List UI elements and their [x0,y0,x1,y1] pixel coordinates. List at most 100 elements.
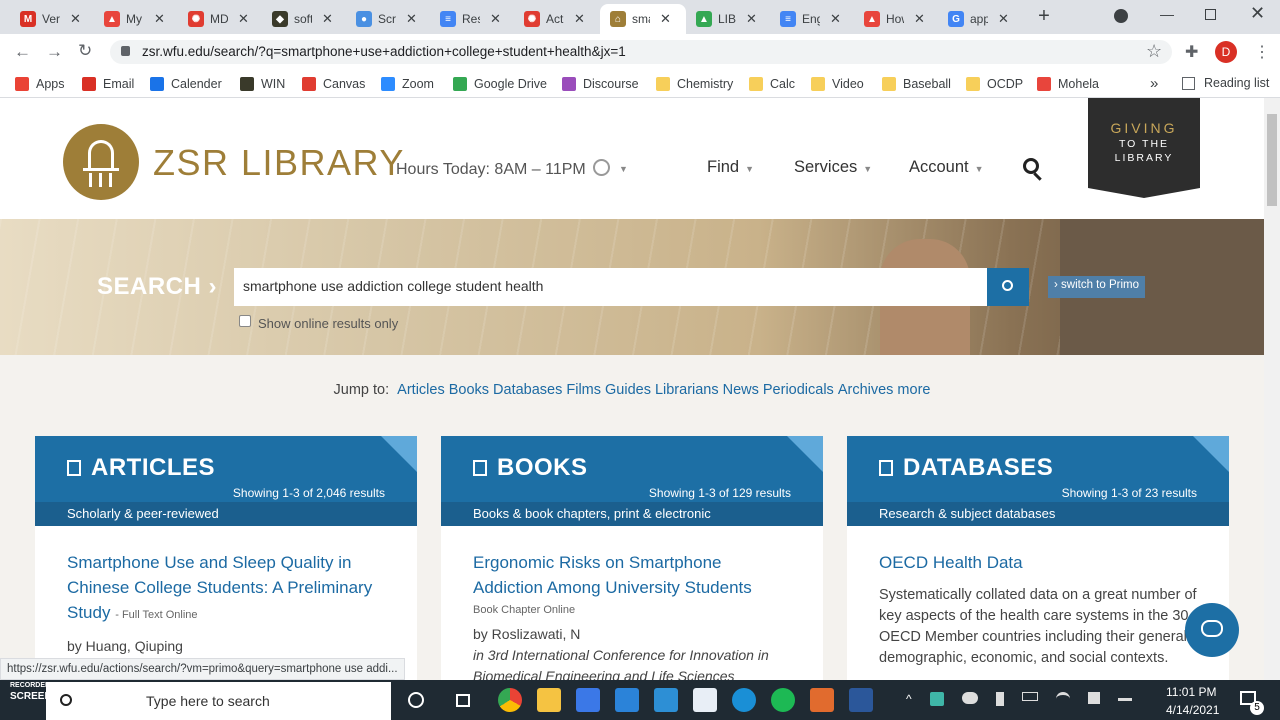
search-icon[interactable] [1023,158,1039,174]
result-title-link[interactable]: Ergonomic Risks on Smartphone Addiction … [473,553,752,597]
jump-link[interactable]: Articles [397,382,445,398]
new-tab-button[interactable]: + [1034,6,1054,26]
jump-link[interactable]: Guides [605,382,651,398]
online-only-checkbox[interactable] [239,315,251,327]
url-text[interactable]: zsr.wfu.edu/search/?q=smartphone+use+add… [142,44,626,59]
close-tab-icon[interactable]: ✕ [660,11,671,27]
wifi-icon[interactable] [1056,692,1070,706]
zsr-logo-icon[interactable] [63,124,139,200]
app-tray-icon[interactable] [930,692,944,706]
bookmark-item[interactable]: Baseball [882,70,951,98]
bookmark-item[interactable]: Email [82,70,134,98]
nav-find[interactable]: Find ▼ [707,158,754,177]
jump-link[interactable]: Films [566,382,601,398]
jump-link[interactable]: Books [449,382,489,398]
back-icon[interactable]: ← [14,42,31,62]
reading-list-icon[interactable] [1182,77,1195,90]
cortana-icon[interactable] [408,692,424,708]
tab-4[interactable]: ● Scre ✕ [346,4,430,34]
close-tab-icon[interactable]: ✕ [914,11,925,27]
nav-account[interactable]: Account ▼ [909,158,984,177]
close-window-button[interactable]: ✕ [1250,3,1265,24]
close-tab-icon[interactable]: ✕ [154,11,165,27]
jump-link[interactable]: Periodicals [763,382,834,398]
search-submit-button[interactable] [987,268,1029,306]
bookmark-item[interactable]: OCDP [966,70,1023,98]
tab-0[interactable]: M Veri ✕ [10,4,94,34]
hours-today[interactable]: Hours Today: 8AM – 11PM [396,161,586,179]
site-logo-text[interactable]: ZSR LIBRARY [153,142,405,184]
tab-2[interactable]: ✺ MD ✕ [178,4,262,34]
bookmark-item[interactable]: Google Drive [453,70,547,98]
close-tab-icon[interactable]: ✕ [574,11,585,27]
matlab-icon[interactable] [810,688,834,712]
battery-icon[interactable] [1022,692,1038,701]
result-count[interactable]: Showing 1-3 of 2,046 results [233,486,385,500]
store-icon[interactable] [576,688,600,712]
jump-link[interactable]: News [723,382,759,398]
lock-icon[interactable] [121,46,130,56]
tab-6[interactable]: ✺ Acti ✕ [514,4,598,34]
bookmarks-overflow[interactable]: » [1150,75,1158,92]
menu-icon[interactable]: ⋮ [1254,42,1270,62]
result-count[interactable]: Showing 1-3 of 129 results [649,486,791,500]
restore-button[interactable] [1205,9,1216,20]
mail-icon[interactable] [615,688,639,712]
close-tab-icon[interactable]: ✕ [406,11,417,27]
bookmark-item[interactable]: Calender [150,70,222,98]
jump-link[interactable]: Librarians [655,382,719,398]
chrome-icon[interactable] [498,688,522,712]
tab-8[interactable]: ▲ LIB ✕ [686,4,770,34]
star-icon[interactable]: ☆ [1146,41,1162,62]
close-tab-icon[interactable]: ✕ [70,11,81,27]
task-view-icon[interactable] [456,694,470,707]
result-title-link[interactable]: Smartphone Use and Sleep Quality in Chin… [67,553,372,622]
clock-time[interactable]: 11:01 PM [1166,685,1216,699]
result-title-link[interactable]: OECD Health Data [879,553,1023,572]
chat-button[interactable] [1185,603,1239,657]
tab-3[interactable]: ◆ soft ✕ [262,4,346,34]
taskbar-search[interactable]: Type here to search [46,682,391,720]
tray-icons[interactable] [930,692,1140,708]
reload-icon[interactable]: ↻ [78,41,92,61]
volume-icon[interactable] [1088,692,1100,704]
tab-search-icon[interactable] [1114,9,1128,23]
online-only-label[interactable]: Show online results only [258,316,398,331]
reading-list[interactable]: Reading list [1204,76,1269,90]
tab-11[interactable]: Gapp ✕ [938,4,1022,34]
bookmark-item[interactable]: Apps [15,70,65,98]
bookmark-item[interactable]: WIN [240,70,285,98]
extensions-icon[interactable]: ✚ [1185,42,1198,62]
giving-to-library-banner[interactable]: GIVING TO THE LIBRARY [1088,98,1200,198]
bookmark-item[interactable]: Discourse [562,70,639,98]
close-tab-icon[interactable]: ✕ [490,11,501,27]
bookmark-item[interactable]: Chemistry [656,70,733,98]
close-tab-icon[interactable]: ✕ [998,11,1009,27]
bookmark-item[interactable]: Calc [749,70,795,98]
card-title[interactable]: BOOKS [473,454,588,482]
clock-date[interactable]: 4/14/2021 [1166,703,1219,717]
avatar[interactable]: D [1215,41,1237,63]
bookmark-item[interactable]: Zoom [381,70,434,98]
switch-to-primo[interactable]: › switch to Primo [1048,276,1145,298]
scrollbar-thumb[interactable] [1267,114,1277,206]
spotify-icon[interactable] [771,688,795,712]
bookmark-item[interactable]: Video [811,70,864,98]
search-input[interactable]: smartphone use addiction college student… [234,268,987,306]
jump-link[interactable]: Databases [493,382,562,398]
cloud-icon[interactable] [962,692,978,704]
app-icon[interactable] [693,688,717,712]
tab-7[interactable]: ⌂ sma ✕ [600,4,686,34]
tab-1[interactable]: ▲ My ✕ [94,4,178,34]
card-title[interactable]: DATABASES [879,454,1053,482]
tab-9[interactable]: ≡ Eng ✕ [770,4,854,34]
bookmark-item[interactable]: Mohela [1037,70,1099,98]
pen-icon[interactable] [1118,698,1132,701]
tray-chevron-up-icon[interactable]: ^ [906,692,912,706]
minimize-button[interactable]: — [1160,6,1174,22]
tab-10[interactable]: ▲ How ✕ [854,4,938,34]
tab-5[interactable]: ≡ Rese ✕ [430,4,514,34]
close-tab-icon[interactable]: ✕ [238,11,249,27]
close-tab-icon[interactable]: ✕ [830,11,841,27]
jump-link[interactable]: Archives [838,382,894,398]
